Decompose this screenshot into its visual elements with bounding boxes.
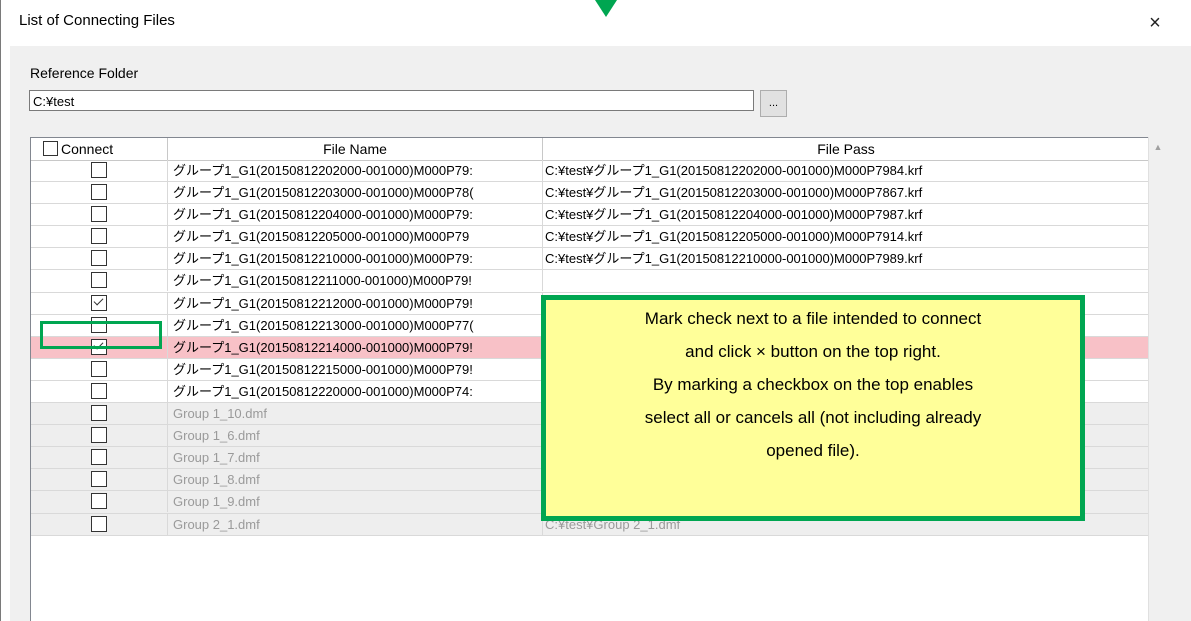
file-name-cell: グループ1_G1(20150812215000-001000)M000P79! [168, 358, 543, 380]
connect-checkbox[interactable] [91, 405, 107, 422]
down-arrow-icon [595, 0, 617, 17]
connect-cell [31, 513, 168, 535]
file-name-cell: グループ1_G1(20150812214000-001000)M000P79! [168, 336, 543, 358]
file-name-cell: Group 2_1.dmf [168, 513, 543, 535]
connect-checkbox[interactable] [91, 272, 107, 289]
window-edge [0, 0, 1, 621]
connect-checkbox[interactable] [91, 250, 107, 267]
grid-header: Connect File Name File Pass [31, 138, 1149, 161]
connect-checkbox[interactable] [91, 471, 107, 488]
file-pass-cell: C:¥test¥グループ1_G1(20150812205000-001000)M… [545, 229, 923, 245]
checkbox-highlight-frame [40, 321, 162, 349]
connect-checkbox[interactable] [91, 515, 107, 532]
file-name-cell: Group 1_8.dmf [168, 469, 543, 491]
vertical-scrollbar[interactable]: ▲ [1148, 137, 1167, 621]
connect-cell [31, 491, 168, 513]
connect-cell [31, 204, 168, 226]
file-name-cell: Group 1_6.dmf [168, 425, 543, 447]
table-row[interactable]: グループ1_G1(20150812203000-001000)M000P78(C… [31, 182, 1149, 205]
connect-cell [31, 160, 168, 181]
scroll-up-icon[interactable]: ▲ [1149, 137, 1167, 157]
file-name-cell: グループ1_G1(20150812203000-001000)M000P78( [168, 182, 543, 204]
header-connect: Connect [31, 138, 168, 160]
connect-checkbox[interactable] [91, 360, 107, 377]
header-file-name[interactable]: File Name [168, 138, 543, 160]
connect-checkbox[interactable] [91, 493, 107, 510]
file-name-cell: Group 1_10.dmf [168, 403, 543, 425]
browse-button[interactable]: ... [760, 90, 787, 117]
header-file-pass[interactable]: File Pass [543, 138, 1149, 160]
table-row[interactable]: グループ1_G1(20150812210000-001000)M000P79: C… [31, 248, 1149, 271]
file-name-cell: グループ1_G1(20150812204000-001000)M000P79: [168, 204, 543, 226]
connect-checkbox[interactable] [91, 449, 107, 466]
table-row[interactable]: グループ1_G1(20150812211000-001000)M000P79! [31, 270, 1149, 293]
callout-line: By marking a checkbox on the top enables [652, 375, 974, 394]
file-name-cell: グループ1_G1(20150812213000-001000)M000P77( [168, 314, 543, 336]
connect-cell [31, 182, 168, 204]
connect-checkbox[interactable] [91, 206, 107, 223]
file-pass-cell: C:¥test¥グループ1_G1(20150812202000-001000)M… [545, 163, 923, 178]
connect-cell [31, 248, 168, 270]
reference-folder-input[interactable]: C:¥test [29, 90, 754, 111]
table-row[interactable]: グループ1_G1(20150812205000-001000)M000P79 C:… [31, 226, 1149, 249]
file-name-cell: グループ1_G1(20150812205000-001000)M000P79 [168, 226, 543, 248]
file-pass-cell: C:¥test¥グループ1_G1(20150812203000-001000)M… [545, 185, 923, 201]
callout-line: Mark check next to a file intended to co… [644, 309, 982, 328]
connect-cell [31, 270, 168, 292]
connect-checkbox[interactable] [91, 427, 107, 444]
connect-checkbox[interactable] [91, 184, 107, 201]
file-name-cell: Group 1_9.dmf [168, 491, 543, 513]
window-title: List of Connecting Files [19, 12, 175, 29]
file-name-cell: グループ1_G1(20150812210000-001000)M000P79: [168, 248, 543, 270]
instruction-callout: Mark check next to a file intended to co… [541, 295, 1085, 521]
header-connect-label: Connect [61, 141, 114, 157]
callout-line: select all or cancels all (not including… [644, 408, 982, 427]
connect-checkbox[interactable] [91, 294, 107, 311]
connect-cell [31, 469, 168, 491]
connect-cell [31, 403, 168, 425]
connect-cell [31, 447, 168, 469]
connect-cell [31, 380, 168, 402]
connect-cell [31, 358, 168, 380]
table-row[interactable]: グループ1_G1(20150812202000-001000)M000P79: C… [31, 160, 1149, 183]
file-pass-cell: C:¥test¥グループ1_G1(20150812210000-001000)M… [545, 251, 923, 267]
connect-cell [31, 425, 168, 447]
connect-checkbox[interactable] [91, 382, 107, 399]
file-name-cell: グループ1_G1(20150812211000-001000)M000P79! [168, 270, 543, 292]
file-name-cell: グループ1_G1(20150812220000-001000)M000P74: [168, 380, 543, 402]
file-name-cell: Group 1_7.dmf [168, 447, 543, 469]
file-pass-cell [543, 270, 1149, 291]
connect-checkbox[interactable] [91, 162, 107, 178]
select-all-checkbox[interactable] [43, 141, 58, 156]
callout-line: opened file). [766, 441, 860, 460]
file-name-cell: グループ1_G1(20150812212000-001000)M000P79! [168, 292, 543, 314]
close-button[interactable]: × [1138, 6, 1172, 40]
file-name-cell: グループ1_G1(20150812202000-001000)M000P79: [168, 160, 543, 181]
connect-checkbox[interactable] [91, 228, 107, 245]
reference-folder-label: Reference Folder [30, 65, 139, 81]
connect-cell [31, 226, 168, 248]
file-pass-cell: C:¥test¥グループ1_G1(20150812204000-001000)M… [545, 207, 923, 223]
callout-line: and click × button on the top right. [685, 342, 941, 361]
connect-cell [31, 292, 168, 314]
table-row[interactable]: グループ1_G1(20150812204000-001000)M000P79: C… [31, 204, 1149, 227]
